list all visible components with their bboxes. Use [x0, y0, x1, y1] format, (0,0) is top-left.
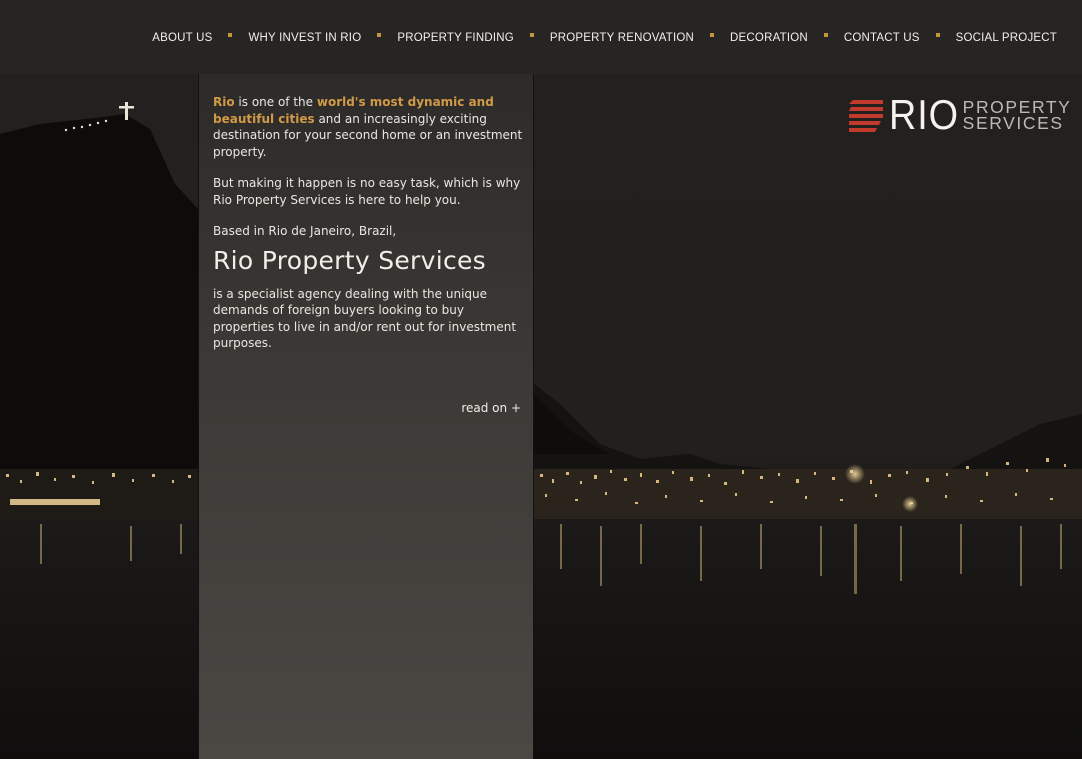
logo-tagline: PROPERTY SERVICES — [962, 98, 1072, 133]
nav-separator — [529, 33, 534, 37]
rio-property-services-logo[interactable]: RIO PROPERTY SERVICES — [849, 91, 1072, 138]
nav-property-finding[interactable]: PROPERTY FINDING — [397, 31, 514, 45]
nav-property-renovation[interactable]: PROPERTY RENOVATION — [550, 31, 694, 45]
nav-separator — [823, 33, 828, 37]
intro-paragraph-1: Rio is one of the world's most dynamic a… — [213, 94, 525, 160]
intro-paragraph-3: is a specialist agency dealing with the … — [213, 286, 517, 351]
read-on-link[interactable]: read on + — [461, 401, 521, 415]
top-navigation-bar: ABOUT US WHY INVEST IN RIO PROPERTY FIND… — [0, 0, 1082, 74]
logo-line-services: SERVICES — [962, 113, 1064, 133]
logo-rio-text: RIO — [889, 91, 959, 138]
company-name-heading: Rio Property Services — [213, 245, 487, 275]
main-menu: ABOUT US WHY INVEST IN RIO PROPERTY FIND… — [152, 31, 1057, 45]
nav-about-us[interactable]: ABOUT US — [152, 31, 212, 45]
logo-stripes-icon — [849, 100, 883, 132]
nav-why-invest-in-rio[interactable]: WHY INVEST IN RIO — [248, 31, 361, 45]
rio-night-background-image — [0, 74, 1082, 759]
nav-separator — [935, 33, 940, 37]
nav-separator — [377, 33, 382, 37]
intro-panel: Rio is one of the world's most dynamic a… — [198, 74, 534, 759]
nav-social-project[interactable]: SOCIAL PROJECT — [956, 31, 1057, 45]
intro-text: Rio is one of the world's most dynamic a… — [213, 94, 525, 367]
lagoon-night-scene — [0, 102, 1082, 759]
nav-contact-us[interactable]: CONTACT US — [844, 31, 920, 45]
intro-paragraph-2: But making it happen is no easy task, wh… — [213, 176, 521, 207]
based-in-text: Based in Rio de Janeiro, Brazil, — [213, 224, 397, 238]
nav-separator — [710, 33, 715, 37]
highlight-rio: Rio — [213, 95, 235, 109]
nav-separator — [228, 33, 233, 37]
intro-p1-text-a: is one of the — [234, 95, 317, 109]
nav-decoration[interactable]: DECORATION — [730, 31, 808, 45]
